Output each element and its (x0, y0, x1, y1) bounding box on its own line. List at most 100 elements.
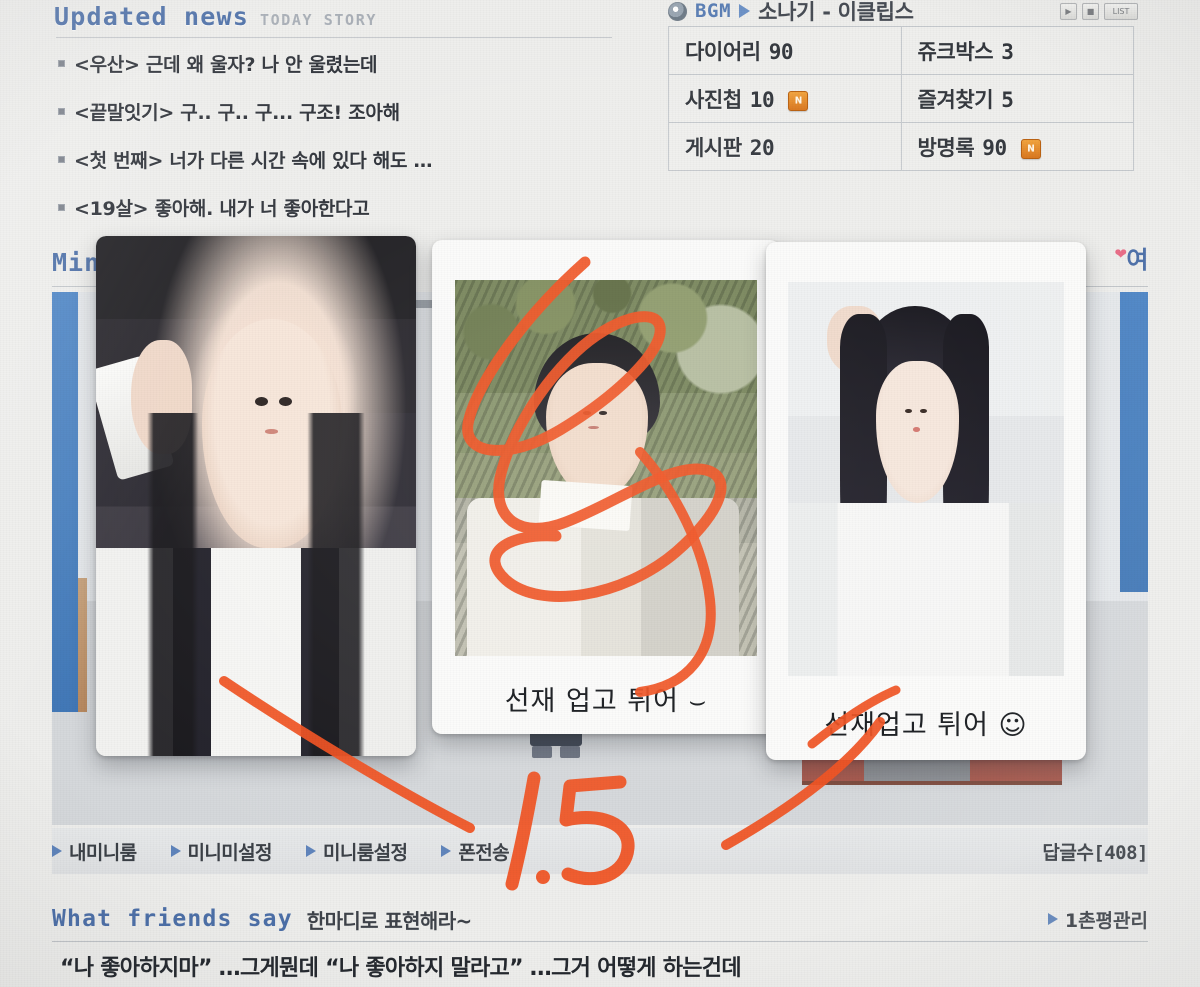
counter-count: 10 (749, 87, 775, 112)
play-icon[interactable] (739, 4, 751, 18)
nav-item-label: 미니미설정 (187, 841, 273, 864)
new-badge-icon: N (788, 90, 809, 111)
eye-left (582, 411, 591, 415)
mouth-shape (587, 426, 599, 430)
miniroom-tab-left-secondary[interactable] (78, 578, 87, 712)
counter-cell-board[interactable]: 게시판 20 (668, 122, 902, 171)
square-bullet-icon (58, 156, 65, 163)
bgm-controls: ▶ ■ LIST (1060, 2, 1138, 20)
triangle-right-icon (305, 845, 316, 857)
counter-count: 90 (768, 39, 794, 64)
news-item-text: <19살> 좋아해. 내가 너 좋아한다고 (74, 198, 370, 220)
friends-say-header: What friends say 한마디로 표현해라~ 1촌평관리 (52, 900, 1148, 938)
miniroom-heading-right: ❤여 (1114, 240, 1148, 275)
eye-left (255, 396, 268, 407)
counter-cell-guestbook[interactable]: 방명록 90 N (900, 122, 1134, 171)
reply-count-label: 답글수[408] (1042, 841, 1148, 864)
eye-right (279, 396, 292, 407)
news-title: Updated news (54, 2, 250, 31)
nav-item-miniroom-settings[interactable]: 미니룸설정 (305, 838, 408, 865)
nav-item-phone-transfer[interactable]: 폰전송 (441, 838, 510, 865)
photocard-right[interactable]: 선재업고 튀어 ☺ (766, 242, 1086, 760)
mouth-shape (912, 427, 921, 433)
news-item[interactable]: <끝말잇기> 구.. 구.. 구... 구조! 조아해 (58, 98, 614, 125)
screenshot-root: Updated news TODAY STORY <우산> 근데 왜 울자? 나… (0, 0, 1200, 987)
bgm-track-title: 소나기 - 이클립스 (758, 0, 914, 24)
eye-right (598, 411, 608, 415)
counter-cell-jukebox[interactable]: 쥬크박스 3 (900, 26, 1134, 75)
player-list-button[interactable]: LIST (1104, 2, 1138, 20)
counter-label: 게시판 (685, 135, 742, 160)
news-list: <우산> 근데 왜 울자? 나 안 울렸는데 <끝말잇기> 구.. 구.. 구.… (54, 38, 614, 221)
photocard-left[interactable] (96, 236, 416, 756)
counter-count: 5 (1001, 87, 1014, 112)
friends-say-title: What friends say (52, 906, 293, 932)
face-shape (545, 362, 649, 499)
triangle-right-icon (52, 845, 62, 857)
news-subtitle: TODAY STORY (260, 11, 377, 29)
cd-disc-icon (668, 1, 687, 21)
updated-news-panel: Updated news TODAY STORY <우산> 근데 왜 울자? 나… (54, 2, 614, 242)
news-header: Updated news TODAY STORY (54, 2, 614, 31)
table-row: 게시판 20 방명록 90 N (668, 122, 1134, 171)
player-stop-button[interactable]: ■ (1082, 2, 1099, 20)
news-item-text: <끝말잇기> 구.. 구.. 구... 구조! 조아해 (74, 102, 400, 124)
portrait-illustration-middle (455, 280, 757, 656)
heart-icon: ❤ (1114, 245, 1127, 263)
manage-ilchon-comments-link[interactable]: 1촌평관리 (1047, 906, 1148, 933)
nav-item-label: 내미니룸 (69, 841, 137, 864)
counter-label: 사진첩 (685, 87, 742, 112)
photocard-middle-caption: 선재 업고 튀어 ⌣ (504, 686, 708, 717)
friends-divider (52, 941, 1148, 942)
table-row: 사진첩 10 N 즐겨찾기 5 (668, 74, 1134, 123)
face-shape (201, 319, 343, 548)
new-badge-icon: N (1020, 138, 1041, 159)
news-item-text: <우산> 근데 왜 울자? 나 안 울렸는데 (74, 54, 378, 76)
bgm-bar: BGM 소나기 - 이클립스 ▶ ■ LIST (668, 0, 1138, 26)
mouth-shape (264, 429, 278, 434)
eye-left (905, 409, 912, 414)
photocard-middle-image (455, 280, 757, 656)
square-bullet-icon (58, 204, 65, 211)
news-item[interactable]: <우산> 근데 왜 울자? 나 안 울렸는데 (58, 50, 614, 77)
photocard-left-image (96, 236, 416, 756)
bgm-label: BGM (695, 0, 732, 22)
news-item[interactable]: <첫 번째> 너가 다른 시간 속에 있다 해도 … (58, 146, 614, 173)
triangle-right-icon (1047, 913, 1058, 925)
portrait-illustration-right (788, 282, 1064, 676)
portrait-illustration-left (96, 236, 416, 756)
miniroom-tab-right[interactable] (1120, 292, 1148, 592)
shirt-shape (788, 502, 1064, 676)
news-item-text: <첫 번째> 너가 다른 시간 속에 있다 해도 … (74, 150, 433, 172)
nav-item-label: 미니룸설정 (322, 841, 408, 864)
friend-comment-text: “나 좋아하지마” …그게뭔데 “나 좋아하지 말라고” …그거 어떻게 하는건… (60, 956, 742, 981)
counter-cell-favorites[interactable]: 즐겨찾기 5 (900, 74, 1134, 123)
table-row: 다이어리 90 쥬크박스 3 (668, 26, 1134, 75)
miniroom-navbar: 내미니룸 미니미설정 미니룸설정 폰전송 답글수[408] (52, 828, 1148, 874)
counter-label: 쥬크박스 (917, 39, 994, 64)
collar-shape (538, 479, 632, 532)
nav-item-minimi-settings[interactable]: 미니미설정 (170, 838, 273, 865)
miniroom-heading-left: Min (52, 248, 101, 277)
counter-count: 90 (982, 135, 1007, 160)
news-item[interactable]: <19살> 좋아해. 내가 너 좋아한다고 (58, 194, 614, 221)
counter-cell-diary[interactable]: 다이어리 90 (668, 26, 902, 75)
hand-shape (131, 340, 192, 455)
counter-count: 20 (749, 135, 775, 160)
photocard-middle[interactable]: 선재 업고 튀어 ⌣ (432, 240, 780, 734)
triangle-right-icon (441, 845, 452, 857)
miniroom-tab-left[interactable] (52, 292, 78, 712)
counter-label: 즐겨찾기 (917, 87, 994, 112)
counter-cell-photoalbum[interactable]: 사진첩 10 N (668, 74, 902, 123)
counter-count: 3 (1001, 39, 1014, 64)
counter-label: 방명록 (917, 135, 975, 160)
square-bullet-icon (58, 108, 65, 115)
triangle-right-icon (170, 845, 181, 857)
manage-link-label: 1촌평관리 (1064, 909, 1148, 932)
player-play-button[interactable]: ▶ (1060, 2, 1077, 20)
eye-right (920, 409, 927, 414)
friends-say-subtitle: 한마디로 표현해라~ (306, 908, 473, 933)
photocard-right-caption: 선재업고 튀어 ☺ (824, 710, 1028, 741)
nav-item-label: 폰전송 (458, 841, 509, 864)
nav-item-my-miniroom[interactable]: 내미니룸 (52, 838, 137, 865)
